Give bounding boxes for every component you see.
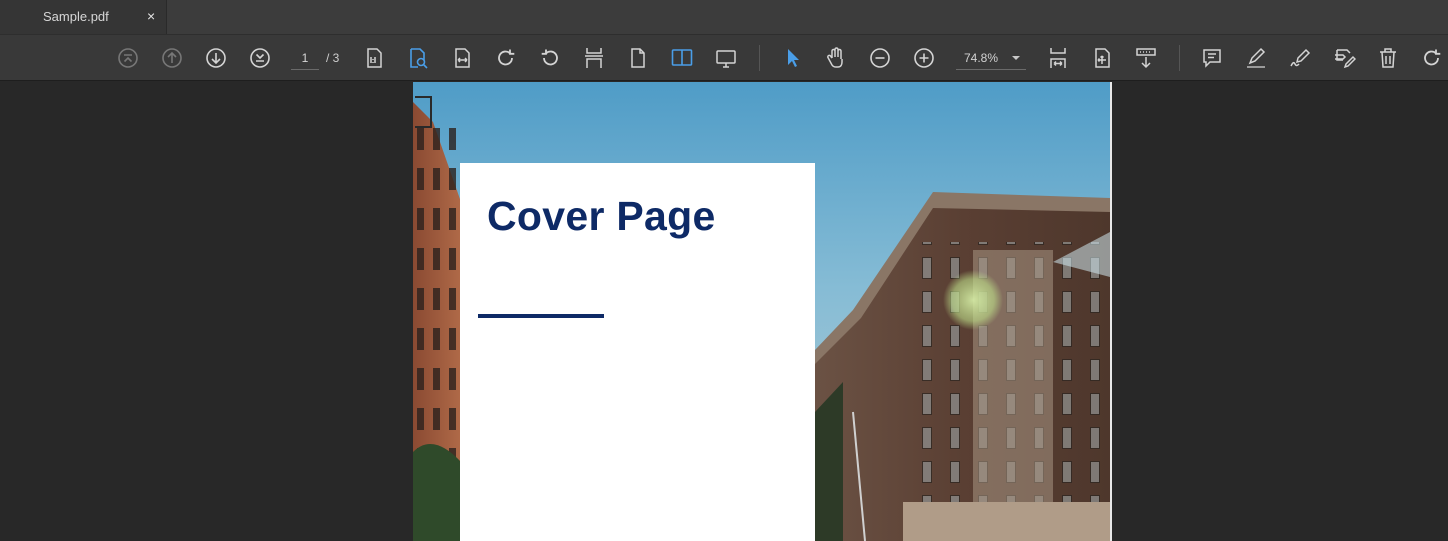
select-tool-icon[interactable] xyxy=(780,46,804,70)
toolbar: / 3 74.8% xyxy=(0,34,1448,81)
comment-icon[interactable] xyxy=(1200,46,1224,70)
delete-icon[interactable] xyxy=(1376,46,1400,70)
zoom-out-icon[interactable] xyxy=(868,46,892,70)
cover-title: Cover Page xyxy=(487,193,716,239)
cover-card: Cover Page xyxy=(460,163,815,541)
crop-icon[interactable] xyxy=(1090,46,1114,70)
title-underline xyxy=(478,314,604,318)
presentation-icon[interactable] xyxy=(714,46,738,70)
page-number-input[interactable] xyxy=(291,47,319,70)
signature-icon[interactable] xyxy=(1288,46,1312,70)
highlight-icon[interactable] xyxy=(1244,46,1268,70)
document-viewer[interactable]: Cover Page xyxy=(0,82,1448,541)
fit-page-icon[interactable] xyxy=(406,46,430,70)
fit-height-icon[interactable] xyxy=(1046,46,1070,70)
tab-bar: Sample.pdf × xyxy=(0,0,1448,34)
toolbar-separator xyxy=(759,45,760,71)
hand-tool-icon[interactable] xyxy=(824,46,848,70)
toolbar-separator xyxy=(1179,45,1180,71)
split-view-icon[interactable] xyxy=(582,46,606,70)
previous-page-icon[interactable] xyxy=(160,46,184,70)
fit-width-icon[interactable] xyxy=(450,46,474,70)
close-tab-button[interactable]: × xyxy=(147,8,155,24)
two-page-icon[interactable] xyxy=(670,46,694,70)
pdf-page: Cover Page xyxy=(413,82,1110,541)
next-page-icon[interactable] xyxy=(204,46,228,70)
page-total-label: / 3 xyxy=(326,51,340,65)
insert-page-icon[interactable] xyxy=(1134,46,1158,70)
rotate-clockwise-icon[interactable] xyxy=(494,46,518,70)
zoom-dropdown[interactable]: 74.8% xyxy=(956,47,1026,70)
zoom-value: 74.8% xyxy=(964,51,999,65)
chevron-down-icon xyxy=(1012,56,1020,60)
edit-icon[interactable] xyxy=(1332,46,1356,70)
page-edge xyxy=(1110,82,1112,541)
document-tab[interactable]: Sample.pdf × xyxy=(0,0,167,34)
single-page-icon[interactable] xyxy=(626,46,650,70)
tab-title: Sample.pdf xyxy=(43,9,109,24)
redo-icon[interactable] xyxy=(1420,46,1444,70)
zoom-in-icon[interactable] xyxy=(912,46,936,70)
actual-size-icon[interactable] xyxy=(362,46,386,70)
first-page-icon[interactable] xyxy=(116,46,140,70)
last-page-icon[interactable] xyxy=(248,46,272,70)
rotate-counterclockwise-icon[interactable] xyxy=(538,46,562,70)
